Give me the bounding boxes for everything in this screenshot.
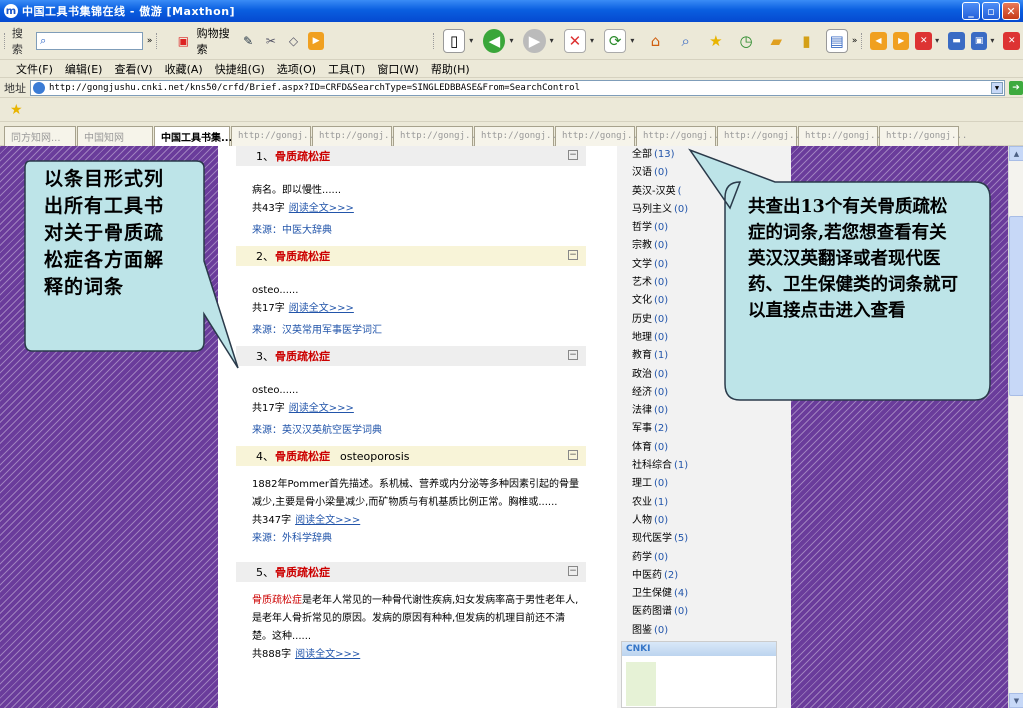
tab-label: http://gongj... — [724, 131, 806, 141]
menu-options[interactable]: 选项(O) — [277, 61, 316, 77]
close-tab-dropdown[interactable]: ▾ — [935, 36, 939, 45]
back-dropdown[interactable]: ▾ — [509, 36, 513, 45]
search-label: 搜索 — [11, 26, 23, 56]
favorites-icon[interactable]: ★ — [705, 29, 727, 53]
refresh-icon[interactable]: ⟳ — [604, 28, 627, 53]
minimize-tab-icon[interactable]: ▬ — [948, 31, 965, 50]
tab-label: http://gongj... — [643, 131, 725, 141]
tab-label: 同方知网... — [11, 132, 61, 144]
shopping-search-label: 购物搜索 — [196, 26, 230, 56]
toolbar-overflow-icon-2[interactable]: » — [852, 36, 858, 46]
forward-icon[interactable]: ▶ — [523, 28, 546, 53]
menu-view[interactable]: 查看(V) — [114, 61, 152, 77]
close-button[interactable]: ✕ — [1002, 2, 1020, 20]
history-icon[interactable]: ◷ — [735, 29, 757, 53]
tab-bar: 同方知网... 中国知网 中国工具书集... http://gongj... h… — [0, 122, 1023, 146]
menu-edit[interactable]: 编辑(E) — [65, 61, 103, 77]
callout-right-text: 共查出13个有关骨质疏松症的词条,若您想查看有关英汉汉英翻译或者现代医药、卫生保… — [748, 197, 958, 321]
callout-left-text: 以条目形式列出所有工具书对关于骨质疏松症各方面解释的词条 — [44, 168, 165, 298]
address-bar: 地址 http://gongjushu.cnki.net/kns50/crfd/… — [0, 78, 1023, 98]
toolbar-separator — [861, 32, 864, 49]
tab-label: http://gongj... — [400, 131, 482, 141]
stop-dropdown[interactable]: ▾ — [590, 36, 594, 45]
tab-label: http://gongj... — [238, 131, 320, 141]
tab-label: 中国知网 — [84, 132, 124, 144]
prev-tab-icon[interactable]: ◀ — [870, 31, 887, 50]
cart-icon: ▣ — [177, 33, 190, 48]
address-dropdown[interactable]: ▼ — [991, 81, 1003, 94]
tab-url[interactable]: http://gongj... — [798, 125, 886, 146]
restore-tab-dropdown[interactable]: ▾ — [990, 36, 994, 45]
tab-url[interactable]: http://gongj... — [231, 125, 319, 146]
menu-file[interactable]: 文件(F) — [16, 61, 53, 77]
tab-url[interactable]: http://gongj... — [555, 125, 643, 146]
refresh-dropdown[interactable]: ▾ — [630, 36, 634, 45]
folder-icon[interactable]: ▰ — [765, 29, 787, 53]
tab-label: http://gongj... — [481, 131, 563, 141]
toolbar-grip[interactable] — [4, 32, 7, 49]
address-label: 地址 — [4, 81, 26, 95]
menu-help[interactable]: 帮助(H) — [431, 61, 470, 77]
tab-label: http://gongj... — [562, 131, 644, 141]
window-controls: _ ▫ ✕ — [962, 2, 1020, 20]
media-icon[interactable]: ▶ — [307, 31, 325, 50]
toolbar-separator — [156, 32, 159, 49]
title-bar: m 中国工具书集锦在线 - 傲游 [Maxthon] _ ▫ ✕ — [0, 0, 1023, 22]
address-input[interactable]: http://gongjushu.cnki.net/kns50/crfd/Bri… — [30, 79, 1005, 96]
tab-url[interactable]: http://gongj... — [717, 125, 805, 146]
forward-dropdown[interactable]: ▾ — [550, 36, 554, 45]
search-input[interactable]: ⌕ — [36, 31, 143, 50]
notes-icon[interactable]: ▮ — [795, 29, 817, 53]
favorites-bar: ★ — [0, 98, 1023, 122]
pen-icon[interactable]: ✎ — [240, 32, 257, 50]
tab-cnki[interactable]: 中国知网 — [77, 125, 153, 146]
tab-url[interactable]: http://gongj... — [393, 125, 481, 146]
back-icon[interactable]: ◀ — [483, 28, 506, 53]
browser-content: 1、 骨质疏松症 − 病名。即以慢性...... 共43字 阅读全文>>> 来源：… — [0, 146, 1023, 708]
menu-window[interactable]: 窗口(W) — [377, 61, 418, 77]
home-icon[interactable]: ⌂ — [644, 29, 666, 53]
maximize-button[interactable]: ▫ — [982, 2, 1000, 20]
tab-url[interactable]: http://gongj... — [312, 125, 400, 146]
toolbar-separator — [433, 32, 436, 49]
maxthon-icon: m — [4, 4, 18, 18]
tab-gongjushu[interactable]: 中国工具书集... — [154, 125, 233, 146]
shopping-search-button[interactable]: ▣ 购物搜索 — [172, 25, 237, 57]
clip-icon[interactable]: ✂ — [263, 32, 280, 50]
new-page-dropdown[interactable]: ▾ — [469, 36, 473, 45]
menu-favorites[interactable]: 收藏(A) — [165, 61, 203, 77]
tab-url[interactable]: http://gongj... — [474, 125, 562, 146]
tab-url[interactable]: http://gongj... — [879, 125, 967, 146]
tab-tongfang[interactable]: 同方知网... — [4, 125, 76, 146]
new-page-icon[interactable]: ▯ — [442, 28, 466, 53]
find-icon[interactable]: ⌕ — [675, 29, 697, 53]
next-tab-icon[interactable]: ▶ — [892, 31, 910, 50]
tab-label: 中国工具书集... — [161, 132, 233, 144]
tab-url[interactable]: http://gongj... — [636, 125, 724, 146]
tab-label: http://gongj... — [886, 131, 968, 141]
address-url: http://gongjushu.cnki.net/kns50/crfd/Bri… — [49, 82, 581, 93]
tab-label: http://gongj... — [805, 131, 887, 141]
window-title: 中国工具书集锦在线 - 傲游 [Maxthon] — [22, 5, 236, 18]
diamond-icon[interactable]: ◇ — [285, 32, 302, 50]
restore-tab-icon[interactable]: ▣ — [970, 31, 988, 50]
page-icon — [33, 81, 45, 94]
go-icon[interactable]: ➔ — [1009, 80, 1023, 95]
menu-groups[interactable]: 快捷组(G) — [215, 61, 265, 77]
toolbar-overflow-icon[interactable]: » — [147, 36, 153, 46]
menu-bar: 文件(F) 编辑(E) 查看(V) 收藏(A) 快捷组(G) 选项(O) 工具(… — [0, 60, 1023, 78]
menu-tools[interactable]: 工具(T) — [328, 61, 365, 77]
stop-icon[interactable]: ✕ — [563, 28, 587, 53]
layout-icon[interactable]: ▤ — [825, 28, 848, 53]
star-icon[interactable]: ★ — [10, 102, 23, 118]
tab-label: http://gongj... — [319, 131, 401, 141]
close-all-icon[interactable]: ✕ — [1003, 31, 1021, 50]
search-icon: ⌕ — [40, 33, 47, 47]
minimize-button[interactable]: _ — [962, 2, 980, 20]
close-tab-icon[interactable]: ✕ — [915, 31, 933, 50]
main-toolbar: 搜索 ⌕ » ▣ 购物搜索 ✎ ✂ ◇ ▶ ▯ ▾ ◀ ▾ ▶ ▾ ✕ ▾ ⟳ ▾ ⌂ ⌕… — [0, 22, 1023, 60]
